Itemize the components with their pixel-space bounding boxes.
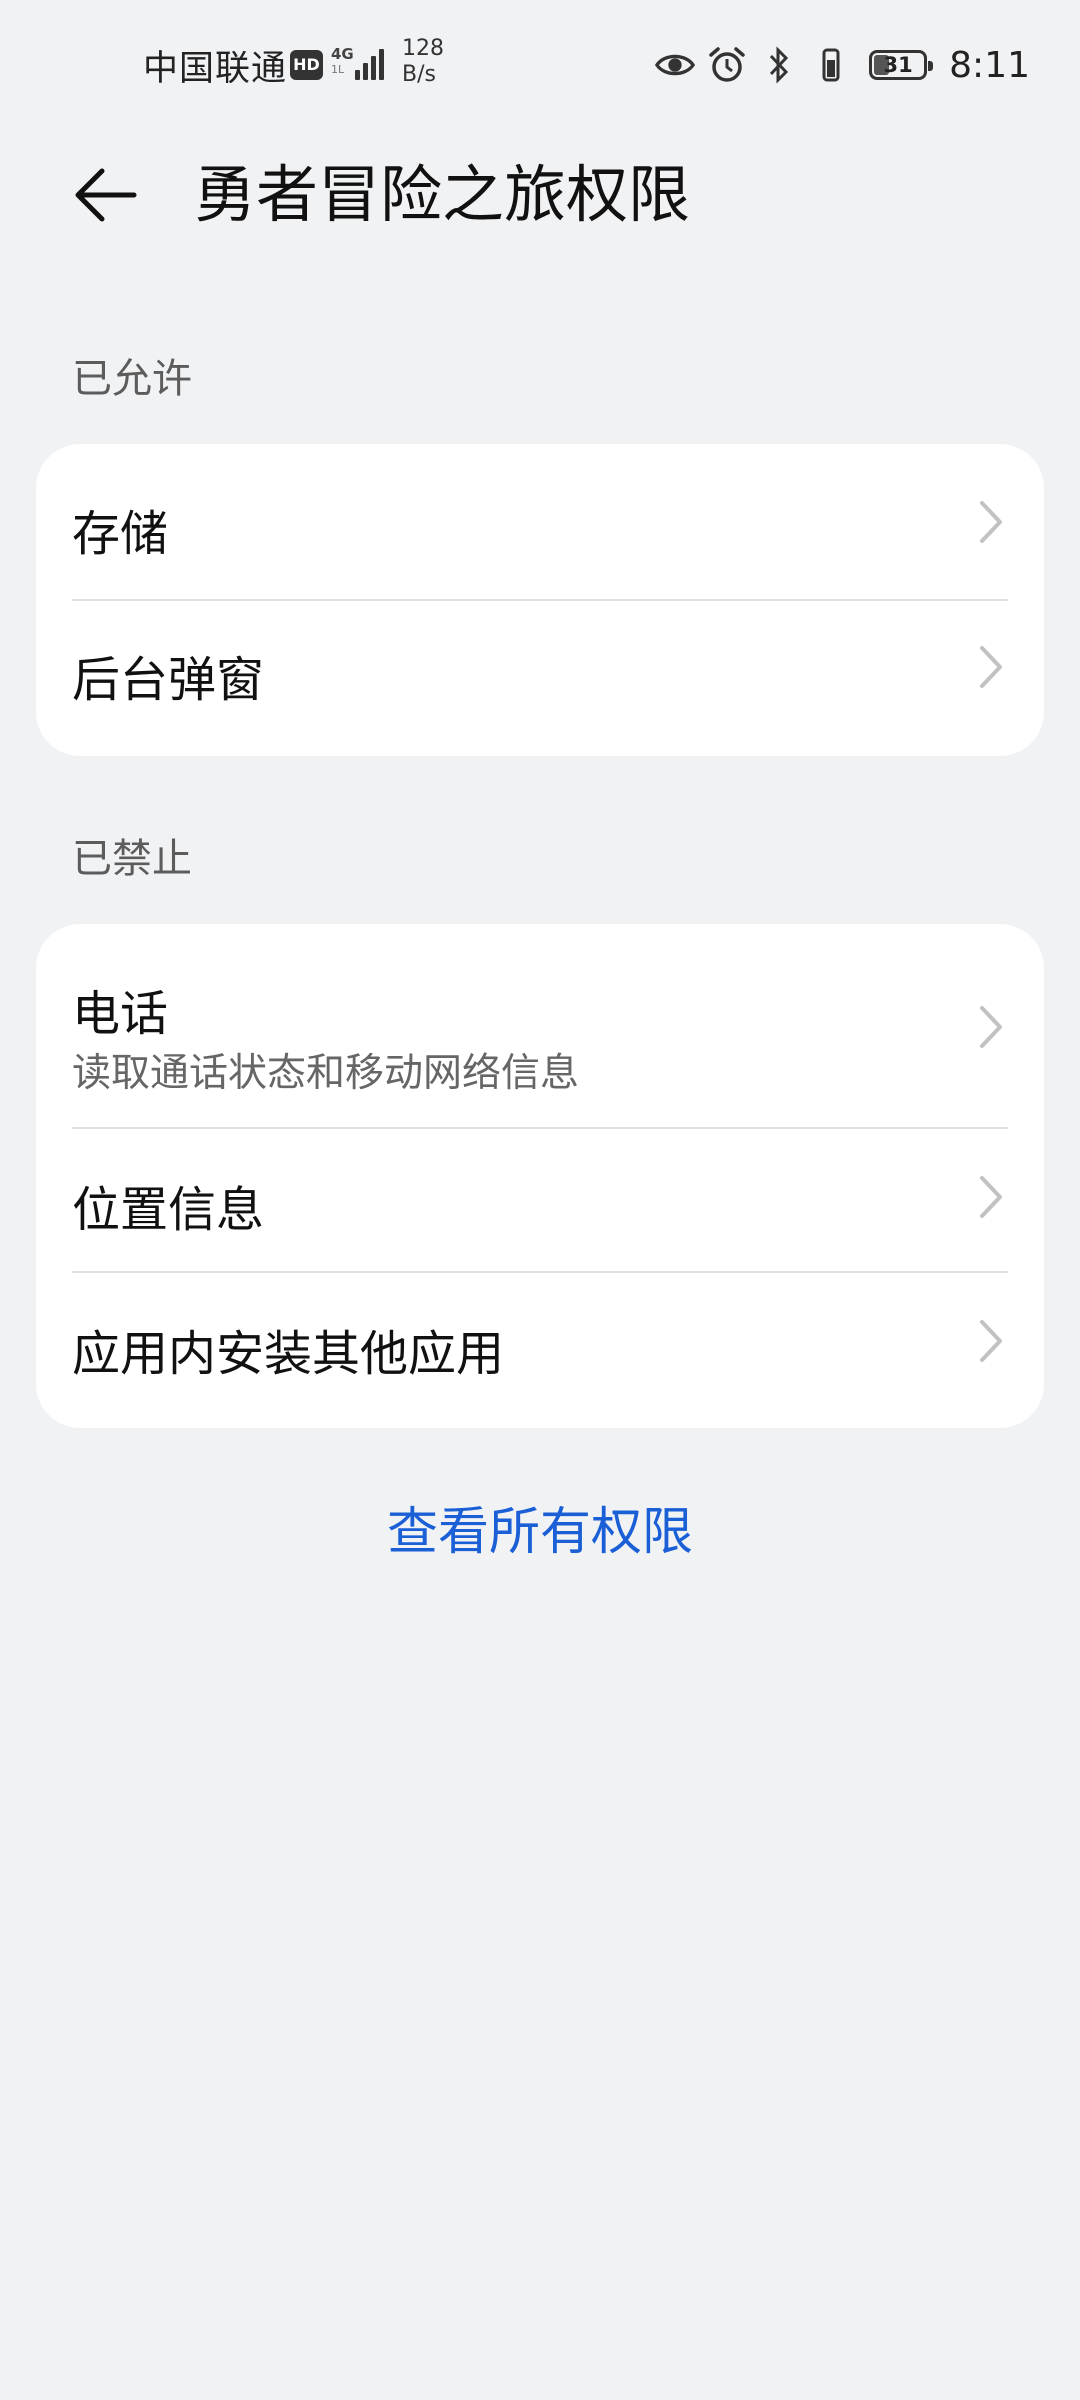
back-button[interactable]	[66, 155, 146, 235]
chevron-right-icon	[980, 1176, 1002, 1218]
denied-permissions-card: 电话 读取通话状态和移动网络信息 位置信息 应用内安装其他应用	[36, 924, 1044, 1428]
eye-comfort-icon	[655, 45, 696, 85]
permission-row-phone[interactable]: 电话 读取通话状态和移动网络信息	[36, 924, 1044, 1128]
permission-row-background-popup[interactable]: 后台弹窗	[36, 600, 1044, 756]
allowed-permissions-card: 存储 后台弹窗	[36, 444, 1044, 756]
permission-description: 读取通话状态和移动网络信息	[72, 1051, 580, 1096]
permission-title: 存储	[72, 506, 169, 562]
permissions-screen: 中国联通 HD 4G 1L 128 B/s 31 8:11 勇者冒险之旅权限 已…	[0, 0, 1080, 2400]
view-all-permissions-link[interactable]: 查看所有权限	[0, 1490, 1080, 1564]
network-speed: 128 B/s	[402, 36, 444, 88]
permission-title: 应用内安装其他应用	[72, 1326, 505, 1382]
clock: 8:11	[949, 44, 1030, 86]
app-header: 勇者冒险之旅权限	[0, 130, 1080, 260]
chevron-right-icon	[980, 646, 1002, 688]
page-title: 勇者冒险之旅权限	[194, 158, 691, 231]
speed-value: 128	[402, 36, 444, 61]
section-label-denied: 已禁止	[72, 836, 192, 882]
chevron-right-icon	[980, 501, 1002, 543]
chevron-right-icon	[980, 1006, 1002, 1048]
bluetooth-icon	[759, 45, 799, 85]
alarm-icon	[707, 45, 747, 85]
battery-icon: 31	[869, 50, 934, 80]
permission-row-storage[interactable]: 存储	[36, 444, 1044, 600]
vibrate-icon	[811, 45, 851, 85]
permission-row-install-apps[interactable]: 应用内安装其他应用	[36, 1272, 1044, 1428]
chevron-right-icon	[980, 1320, 1002, 1362]
permission-title: 电话	[72, 986, 169, 1042]
permission-title: 位置信息	[72, 1182, 265, 1238]
permission-row-location[interactable]: 位置信息	[36, 1128, 1044, 1272]
permission-title: 后台弹窗	[72, 652, 265, 708]
signal-icon	[355, 42, 389, 80]
hd-badge: HD	[290, 50, 323, 80]
back-arrow-icon	[75, 168, 137, 222]
section-label-allowed: 已允许	[72, 356, 192, 402]
carrier-name: 中国联通	[143, 49, 288, 89]
battery-percent: 31	[883, 53, 913, 77]
speed-unit: B/s	[402, 62, 436, 87]
status-icons: 31 8:11	[655, 40, 1030, 90]
status-bar: 中国联通 HD 4G 1L 128 B/s 31 8:11	[0, 0, 1080, 130]
